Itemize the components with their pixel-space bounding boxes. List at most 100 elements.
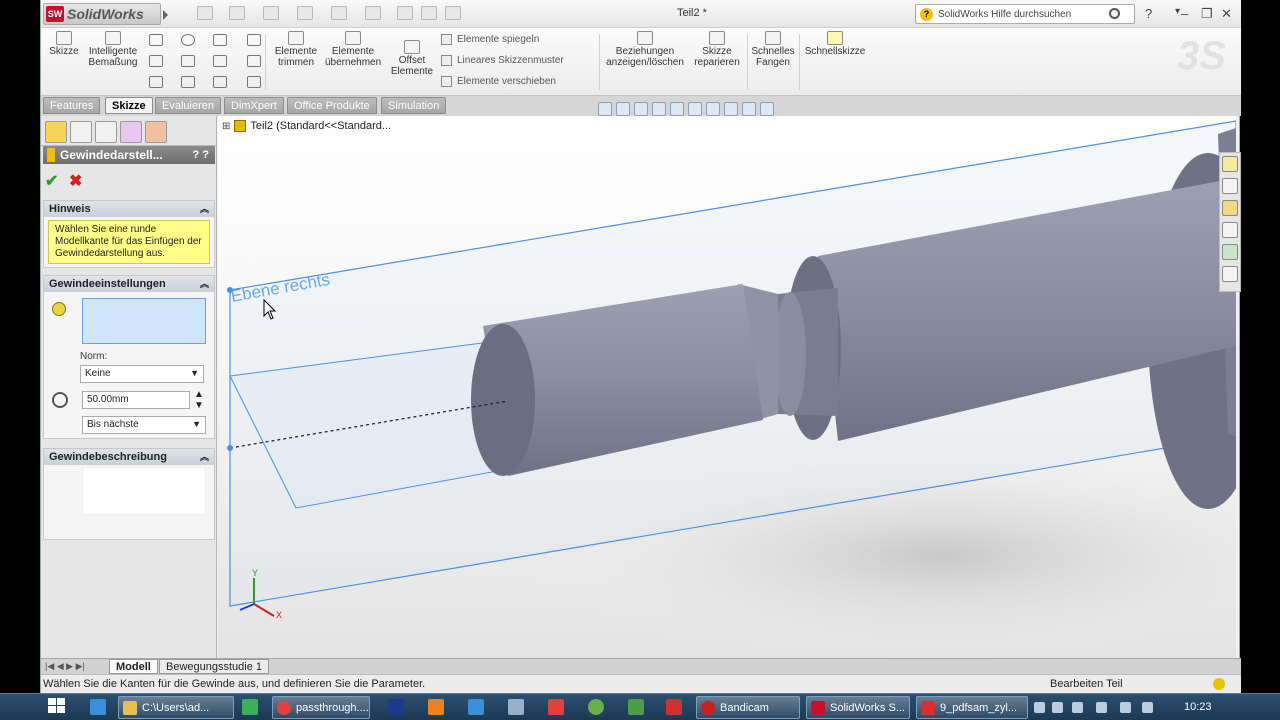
app-icon[interactable] [388,699,404,715]
solidworks-menu-button[interactable]: SW SolidWorks [43,3,168,25]
display-relations-button[interactable]: Beziehungen anzeigen/löschen [605,31,685,68]
polygon-icon[interactable] [213,55,227,67]
view-palette-icon[interactable] [1222,222,1238,238]
diameter-input[interactable]: 50.00mm [82,391,190,409]
sketch-button[interactable]: Skizze [47,31,81,57]
spin-down-icon[interactable]: ▼ [194,400,204,411]
thread-description-field[interactable] [82,467,206,515]
taskbar-explorer[interactable]: C:\Users\ad... [118,696,234,719]
cancel-icon[interactable]: ✖ [69,171,82,191]
display-style-icon[interactable] [688,102,702,116]
collapse-icon[interactable]: ︽ [200,277,209,290]
move-entities-button[interactable]: Elemente verschieben [441,76,556,87]
feature-tree-tab-icon[interactable] [45,121,67,143]
tray-volume-icon[interactable] [1072,702,1083,713]
spin-up-icon[interactable]: ▲ [194,389,204,400]
edge-selection-box[interactable] [82,298,206,344]
mirror-entities-button[interactable]: Elemente spiegeln [441,34,539,45]
appearances-icon[interactable] [1222,244,1238,260]
text-tool-icon[interactable] [247,55,261,67]
arc-icon[interactable] [181,55,195,67]
undo-icon[interactable] [331,6,347,20]
app-icon[interactable] [628,699,644,715]
tab-features[interactable]: Features [43,97,101,114]
tab-evaluieren[interactable]: Evaluieren [155,97,221,114]
sketch-grid-icon[interactable] [247,34,261,46]
tray-app-icon[interactable] [1142,702,1153,713]
hide-show-items-icon[interactable] [706,102,720,116]
tab-skizze[interactable]: Skizze [105,97,153,114]
view-settings-icon[interactable] [760,102,774,116]
app-icon[interactable] [468,699,484,715]
tab-model[interactable]: Modell [109,659,158,674]
collapse-icon[interactable]: ︽ [200,450,209,463]
windows-start-icon[interactable] [48,698,68,716]
custom-properties-icon[interactable] [1222,266,1238,282]
shaft-end-face[interactable] [471,324,535,476]
internet-explorer-icon[interactable] [90,699,106,715]
tray-signal-icon[interactable] [1096,702,1107,713]
taskbar-clock[interactable]: 10:23 [1184,701,1212,713]
tab-motion-study[interactable]: Bewegungsstudie 1 [159,659,270,674]
tab-scroll-arrows-icon[interactable]: |◀ ◀ ▶ ▶| [45,661,85,672]
apply-scene-icon[interactable] [742,102,756,116]
property-manager-tab-icon[interactable] [70,121,92,143]
tab-dimxpert[interactable]: DimXpert [224,97,284,114]
view-orientation-icon[interactable] [670,102,684,116]
rebuild-status-icon[interactable] [1213,678,1225,690]
tray-flag-icon[interactable] [1120,702,1131,713]
options-icon[interactable] [445,6,461,20]
linear-pattern-button[interactable]: Lineares Skizzenmuster [441,55,564,66]
display-manager-tab-icon[interactable] [145,121,167,143]
repair-sketch-button[interactable]: Skizze reparieren [691,31,743,68]
app-icon[interactable] [548,699,564,715]
taskbar-solidworks[interactable]: SolidWorks S... [806,696,910,719]
thread-description-header[interactable]: Gewindebeschreibung ︽ [44,449,214,465]
rebuild-icon[interactable] [397,6,413,20]
slot-icon[interactable] [149,76,163,88]
taskbar-chrome[interactable]: passthrough.... [272,696,370,719]
plane-icon[interactable] [247,76,261,88]
new-document-icon[interactable] [197,6,213,20]
app-icon[interactable] [508,699,524,715]
restore-icon[interactable]: ❐ [1201,6,1213,22]
tray-arrow-icon[interactable] [1034,702,1045,713]
plane-handle[interactable] [227,445,233,451]
app-icon[interactable] [588,699,604,715]
chevron-down-icon[interactable]: ▾ [1175,6,1180,17]
app-icon[interactable] [242,699,258,715]
graphics-viewport[interactable]: Ebene rechts Y X ⊞ Teil2 (Standard<<Stan… [218,116,1236,658]
ok-icon[interactable]: ✔ [45,171,58,191]
rectangle-icon[interactable] [149,55,163,67]
tab-office-produkte[interactable]: Office Produkte [287,97,377,114]
save-icon[interactable] [263,6,279,20]
fillet-icon[interactable] [213,76,227,88]
dimxpert-manager-tab-icon[interactable] [120,121,142,143]
file-explorer-icon[interactable] [1222,200,1238,216]
open-document-icon[interactable] [229,6,245,20]
zoom-to-fit-icon[interactable] [598,102,612,116]
help-search-input[interactable]: ? SolidWorks Hilfe durchsuchen [915,4,1135,24]
offset-entities-button[interactable]: Offset Elemente [389,40,435,77]
thread-settings-header[interactable]: Gewindeeinstellungen ︽ [44,276,214,292]
help-menu-icon[interactable]: ? [1145,6,1152,21]
collapse-icon[interactable]: ︽ [200,202,209,215]
spline-icon[interactable] [213,34,227,46]
point-icon[interactable] [181,76,195,88]
circle-icon[interactable] [181,34,195,46]
rapid-sketch-button[interactable]: Schnellskizze [803,31,867,57]
taskbar-pdf[interactable]: 9_pdfsam_zyl... [916,696,1028,719]
norm-select[interactable]: Keine ▼ [80,365,204,383]
help-icon[interactable]: ? ? [193,149,210,161]
app-icon[interactable] [428,699,444,715]
end-condition-select[interactable]: Bis nächste ▼ [82,416,206,434]
tray-network-icon[interactable] [1052,702,1063,713]
flyout-feature-tree[interactable]: ⊞ Teil2 (Standard<<Standard... [222,120,391,132]
trim-entities-button[interactable]: Elemente trimmen [273,31,319,68]
app-icon[interactable] [666,699,682,715]
select-icon[interactable] [365,6,381,20]
file-properties-icon[interactable] [421,6,437,20]
configuration-manager-tab-icon[interactable] [95,121,117,143]
hint-group-header[interactable]: Hinweis ︽ [44,201,214,217]
edit-appearance-icon[interactable] [724,102,738,116]
